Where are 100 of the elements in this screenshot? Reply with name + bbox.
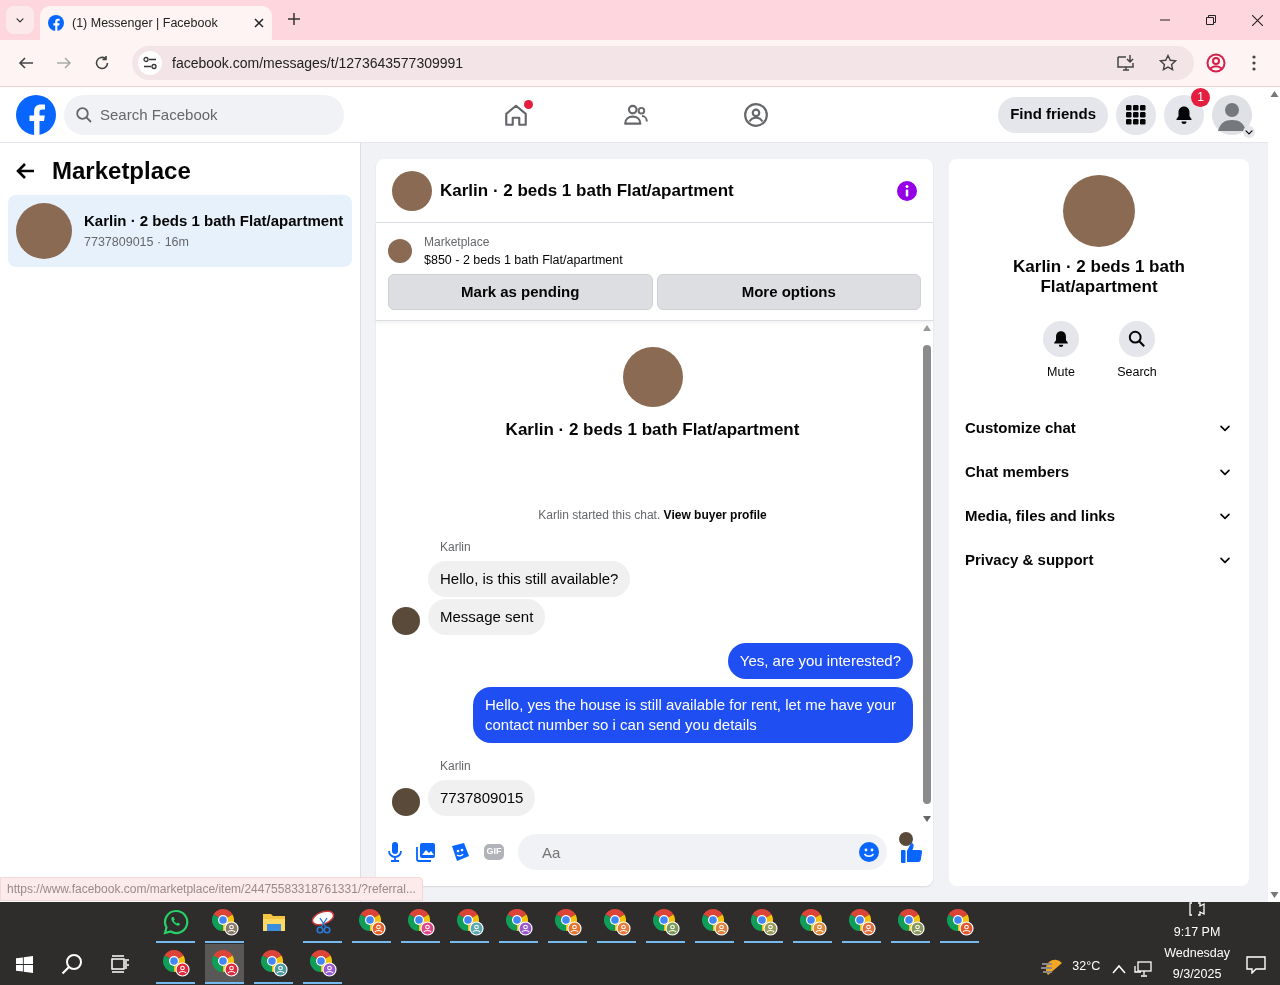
browser-icon bbox=[749, 908, 778, 936]
browser-icon bbox=[553, 908, 582, 936]
buyer-profile-link[interactable]: View buyer profile bbox=[663, 508, 767, 523]
star-icon bbox=[1159, 54, 1177, 72]
sent-message: Hello, yes the house is still available for rent, let me have your contact number so i can send you details bbox=[473, 687, 913, 744]
info-button[interactable] bbox=[897, 180, 917, 201]
kebab-menu-icon bbox=[1252, 55, 1256, 71]
facebook-logo-icon bbox=[48, 15, 64, 31]
section-toggle[interactable]: Privacy & support bbox=[965, 537, 1233, 582]
find-friends-button[interactable]: Find friends bbox=[998, 96, 1108, 133]
notification-dot bbox=[524, 99, 533, 109]
site-info-button[interactable] bbox=[138, 51, 162, 75]
bell-icon bbox=[1052, 330, 1070, 348]
conversation-item[interactable]: Karlin · 2 beds 1 bath Flat/apartment 7737809015 · 16m bbox=[8, 195, 352, 267]
conversation-subtitle: 7737809015 · 16m bbox=[84, 233, 190, 251]
image-icon bbox=[416, 842, 436, 862]
browser-icon bbox=[945, 908, 974, 936]
back-button[interactable] bbox=[16, 161, 36, 181]
emoji-button[interactable] bbox=[859, 842, 879, 862]
browser-icon bbox=[455, 908, 484, 936]
menu-button[interactable] bbox=[1116, 94, 1156, 135]
attach-photo-button[interactable] bbox=[416, 842, 436, 862]
facebook-home-link[interactable] bbox=[16, 94, 56, 135]
grid-menu-icon bbox=[1126, 104, 1146, 125]
received-message: Hello, is this still available? bbox=[428, 561, 631, 598]
search-icon bbox=[1128, 330, 1146, 348]
facebook-logo-icon bbox=[16, 94, 56, 135]
search-icon bbox=[61, 953, 83, 975]
restore-icon bbox=[1206, 15, 1216, 25]
scroll-down-icon bbox=[1269, 892, 1279, 898]
close-tab-button[interactable] bbox=[254, 18, 264, 28]
account-button[interactable] bbox=[1212, 94, 1252, 135]
windows-logo-icon bbox=[15, 955, 33, 973]
browser-tab[interactable]: (1) Messenger | Facebook bbox=[40, 6, 272, 40]
like-button[interactable] bbox=[901, 841, 923, 863]
photo-placeholder bbox=[388, 239, 412, 264]
speech-bubble-icon bbox=[1246, 956, 1266, 974]
folder-icon bbox=[261, 911, 286, 933]
browser-icon bbox=[847, 908, 876, 936]
thumbs-up-icon bbox=[901, 841, 923, 863]
voice-clip-button[interactable] bbox=[388, 842, 402, 862]
section-toggle[interactable]: Customize chat bbox=[965, 405, 1233, 450]
listing-title: Karlin · 2 beds 1 bath Flat/apartment bbox=[505, 418, 800, 441]
browser-icon bbox=[259, 949, 288, 977]
sender-name: Karlin bbox=[440, 539, 472, 557]
section-toggle[interactable]: Chat members bbox=[965, 449, 1233, 494]
close-icon bbox=[1251, 14, 1263, 26]
network-button[interactable] bbox=[1134, 961, 1153, 977]
browser-icon bbox=[651, 908, 680, 936]
monitor-download-icon bbox=[1117, 54, 1135, 72]
sender-name: Karlin bbox=[440, 758, 472, 776]
video-camera-icon bbox=[1189, 901, 1206, 917]
chevron-up-icon bbox=[1112, 964, 1127, 974]
tune-icon bbox=[143, 56, 157, 70]
task-view-icon bbox=[111, 955, 129, 973]
photo-placeholder bbox=[16, 203, 72, 259]
conversation-title: Karlin · 2 beds 1 bath Flat/apartment bbox=[84, 211, 344, 232]
microphone-icon bbox=[388, 842, 402, 862]
search-button[interactable]: Search bbox=[1107, 321, 1167, 382]
clock-date: 9/3/2025 bbox=[1172, 966, 1222, 983]
chevron-down-icon bbox=[1243, 125, 1255, 138]
read-receipt-avatar bbox=[899, 832, 913, 847]
notifications-button[interactable] bbox=[1164, 94, 1204, 135]
page-title: Marketplace bbox=[52, 156, 191, 186]
listing-label: Marketplace bbox=[424, 234, 491, 251]
clock-time: 9:17 PM bbox=[1173, 924, 1221, 941]
listing-action-button[interactable]: More options bbox=[656, 273, 921, 310]
chat-title: Karlin · 2 beds 1 bath Flat/apartment bbox=[440, 179, 735, 202]
temperature: 32°C bbox=[1072, 957, 1101, 975]
sticker-icon bbox=[450, 842, 470, 862]
browser-icon bbox=[406, 908, 435, 936]
browser-icon bbox=[896, 908, 925, 936]
clock-day: Wednesday bbox=[1164, 943, 1230, 964]
notification-count: 1 bbox=[1191, 87, 1210, 107]
reload-icon bbox=[94, 55, 110, 71]
search-field[interactable]: Search Facebook bbox=[64, 94, 344, 135]
back-arrow-icon bbox=[16, 161, 36, 181]
taskbar-button[interactable] bbox=[205, 944, 244, 984]
section-toggle[interactable]: Media, files and links bbox=[965, 493, 1233, 538]
chat-bubble-phone-icon bbox=[162, 909, 189, 935]
back-arrow-icon bbox=[18, 55, 34, 71]
received-message: 7737809015 bbox=[428, 780, 536, 817]
sticker-button[interactable] bbox=[450, 842, 470, 862]
browser-icon bbox=[161, 949, 190, 977]
scroll-down-icon bbox=[923, 816, 931, 822]
profile-icon bbox=[1206, 53, 1226, 73]
tab-title: (1) Messenger | Facebook bbox=[72, 14, 219, 32]
received-message: Message sent bbox=[428, 599, 546, 636]
chat-start-notice: Karlin started this chat. View buyer profile bbox=[538, 507, 767, 525]
scroll-up-icon bbox=[923, 324, 931, 331]
mute-button[interactable]: Mute bbox=[1031, 321, 1091, 382]
photo-placeholder bbox=[392, 170, 432, 211]
scissors-icon bbox=[309, 909, 336, 935]
listing-action-button[interactable]: Mark as pending bbox=[388, 273, 653, 310]
conversation-name: Karlin · 2 beds 1 bath Flat/apartment bbox=[1012, 257, 1186, 297]
people-circle-icon bbox=[743, 101, 769, 128]
hidden-icons-button[interactable] bbox=[1112, 964, 1127, 974]
scroll-up-icon bbox=[1269, 91, 1279, 97]
browser-icon bbox=[357, 908, 386, 936]
info-icon bbox=[897, 180, 917, 201]
